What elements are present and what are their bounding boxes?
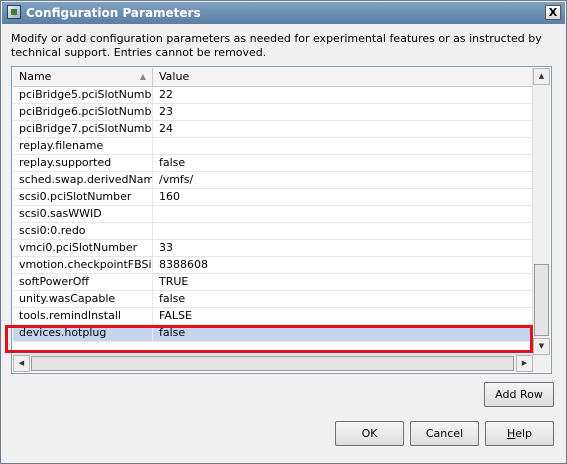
vsphere-app-icon	[7, 5, 21, 19]
title-bar[interactable]: Configuration Parameters X	[2, 2, 565, 24]
window-title: Configuration Parameters	[26, 6, 201, 20]
scroll-down-icon[interactable]: ▼	[533, 338, 550, 355]
table-row-selected[interactable]: devices.hotplug false	[13, 325, 534, 342]
sort-ascending-icon: ▲	[139, 72, 146, 81]
table-row[interactable]: pciBridge6.pciSlotNumber 23	[13, 104, 534, 121]
description-text: Modify or add configuration parameters a…	[11, 32, 542, 59]
param-value[interactable]	[153, 223, 534, 239]
param-value[interactable]: /vmfs/	[153, 172, 534, 188]
table-row[interactable]: pciBridge5.pciSlotNumber 22	[13, 87, 534, 104]
param-name: replay.supported	[13, 155, 153, 171]
param-value[interactable]	[153, 138, 534, 154]
help-button[interactable]: Help	[485, 421, 554, 446]
param-value[interactable]: 23	[153, 104, 534, 120]
vertical-scroll-thumb[interactable]	[534, 264, 549, 336]
param-name: vmci0.pciSlotNumber	[13, 240, 153, 256]
param-value[interactable]: TRUE	[153, 274, 534, 290]
column-header-name[interactable]: Name ▲	[13, 68, 153, 86]
scrollbar-corner	[533, 355, 550, 372]
param-value[interactable]: 8388608	[153, 257, 534, 273]
close-icon[interactable]: X	[545, 5, 561, 20]
scroll-right-icon[interactable]: ▶	[516, 355, 533, 372]
param-value[interactable]: false	[153, 155, 534, 171]
param-name: scsi0.pciSlotNumber	[13, 189, 153, 205]
table-header: Name ▲ Value	[13, 68, 534, 87]
cancel-button[interactable]: Cancel	[410, 421, 479, 446]
column-header-value[interactable]: Value	[153, 68, 534, 86]
param-value[interactable]: FALSE	[153, 308, 534, 324]
param-value[interactable]: 33	[153, 240, 534, 256]
table-body: pciBridge5.pciSlotNumber 22 pciBridge6.pc…	[13, 87, 534, 355]
param-name: scsi0:0.redo	[13, 223, 153, 239]
table-row[interactable]: unity.wasCapable false	[13, 291, 534, 308]
help-mnemonic: H	[506, 427, 516, 440]
scroll-left-icon[interactable]: ◀	[13, 355, 30, 372]
param-name: vmotion.checkpointFBSize	[13, 257, 153, 273]
param-value[interactable]: false	[153, 291, 534, 307]
param-value[interactable]: 160	[153, 189, 534, 205]
param-name: devices.hotplug	[13, 325, 153, 341]
param-name: tools.remindInstall	[13, 308, 153, 324]
param-name: pciBridge5.pciSlotNumber	[13, 87, 153, 103]
table-row[interactable]: replay.supported false	[13, 155, 534, 172]
param-name: unity.wasCapable	[13, 291, 153, 307]
param-value[interactable]: false	[153, 325, 534, 341]
table-row[interactable]: tools.remindInstall FALSE	[13, 308, 534, 325]
vertical-scrollbar[interactable]: ▲ ▼	[532, 68, 550, 355]
table-row[interactable]: softPowerOff TRUE	[13, 274, 534, 291]
ok-button[interactable]: OK	[335, 421, 404, 446]
param-name: pciBridge7.pciSlotNumber	[13, 121, 153, 137]
scroll-up-icon[interactable]: ▲	[533, 68, 550, 85]
add-row-button[interactable]: Add Row	[484, 382, 554, 407]
table-row[interactable]: vmci0.pciSlotNumber 33	[13, 240, 534, 257]
help-label-rest: elp	[515, 427, 533, 440]
horizontal-scrollbar[interactable]: ◀ ▶	[13, 354, 533, 372]
param-value[interactable]	[153, 206, 534, 222]
table-row[interactable]: pciBridge7.pciSlotNumber 24	[13, 121, 534, 138]
table-row[interactable]: replay.filename	[13, 138, 534, 155]
table-row[interactable]: vmotion.checkpointFBSize 8388608	[13, 257, 534, 274]
horizontal-scroll-thumb[interactable]	[31, 356, 514, 371]
param-name: replay.filename	[13, 138, 153, 154]
param-name: pciBridge6.pciSlotNumber	[13, 104, 153, 120]
table-row[interactable]: scsi0.sasWWID	[13, 206, 534, 223]
param-value[interactable]: 22	[153, 87, 534, 103]
parameters-table: Name ▲ Value pciBridge5.pciSlotNumber 22 …	[11, 66, 552, 374]
table-row[interactable]: scsi0.pciSlotNumber 160	[13, 189, 534, 206]
param-name: sched.swap.derivedName	[13, 172, 153, 188]
param-name: softPowerOff	[13, 274, 153, 290]
table-row[interactable]: sched.swap.derivedName/vmfs/	[13, 172, 534, 189]
configuration-parameters-dialog: Configuration Parameters X Modify or add…	[0, 0, 567, 464]
table-row[interactable]: scsi0:0.redo	[13, 223, 534, 240]
param-value[interactable]: 24	[153, 121, 534, 137]
param-name: scsi0.sasWWID	[13, 206, 153, 222]
